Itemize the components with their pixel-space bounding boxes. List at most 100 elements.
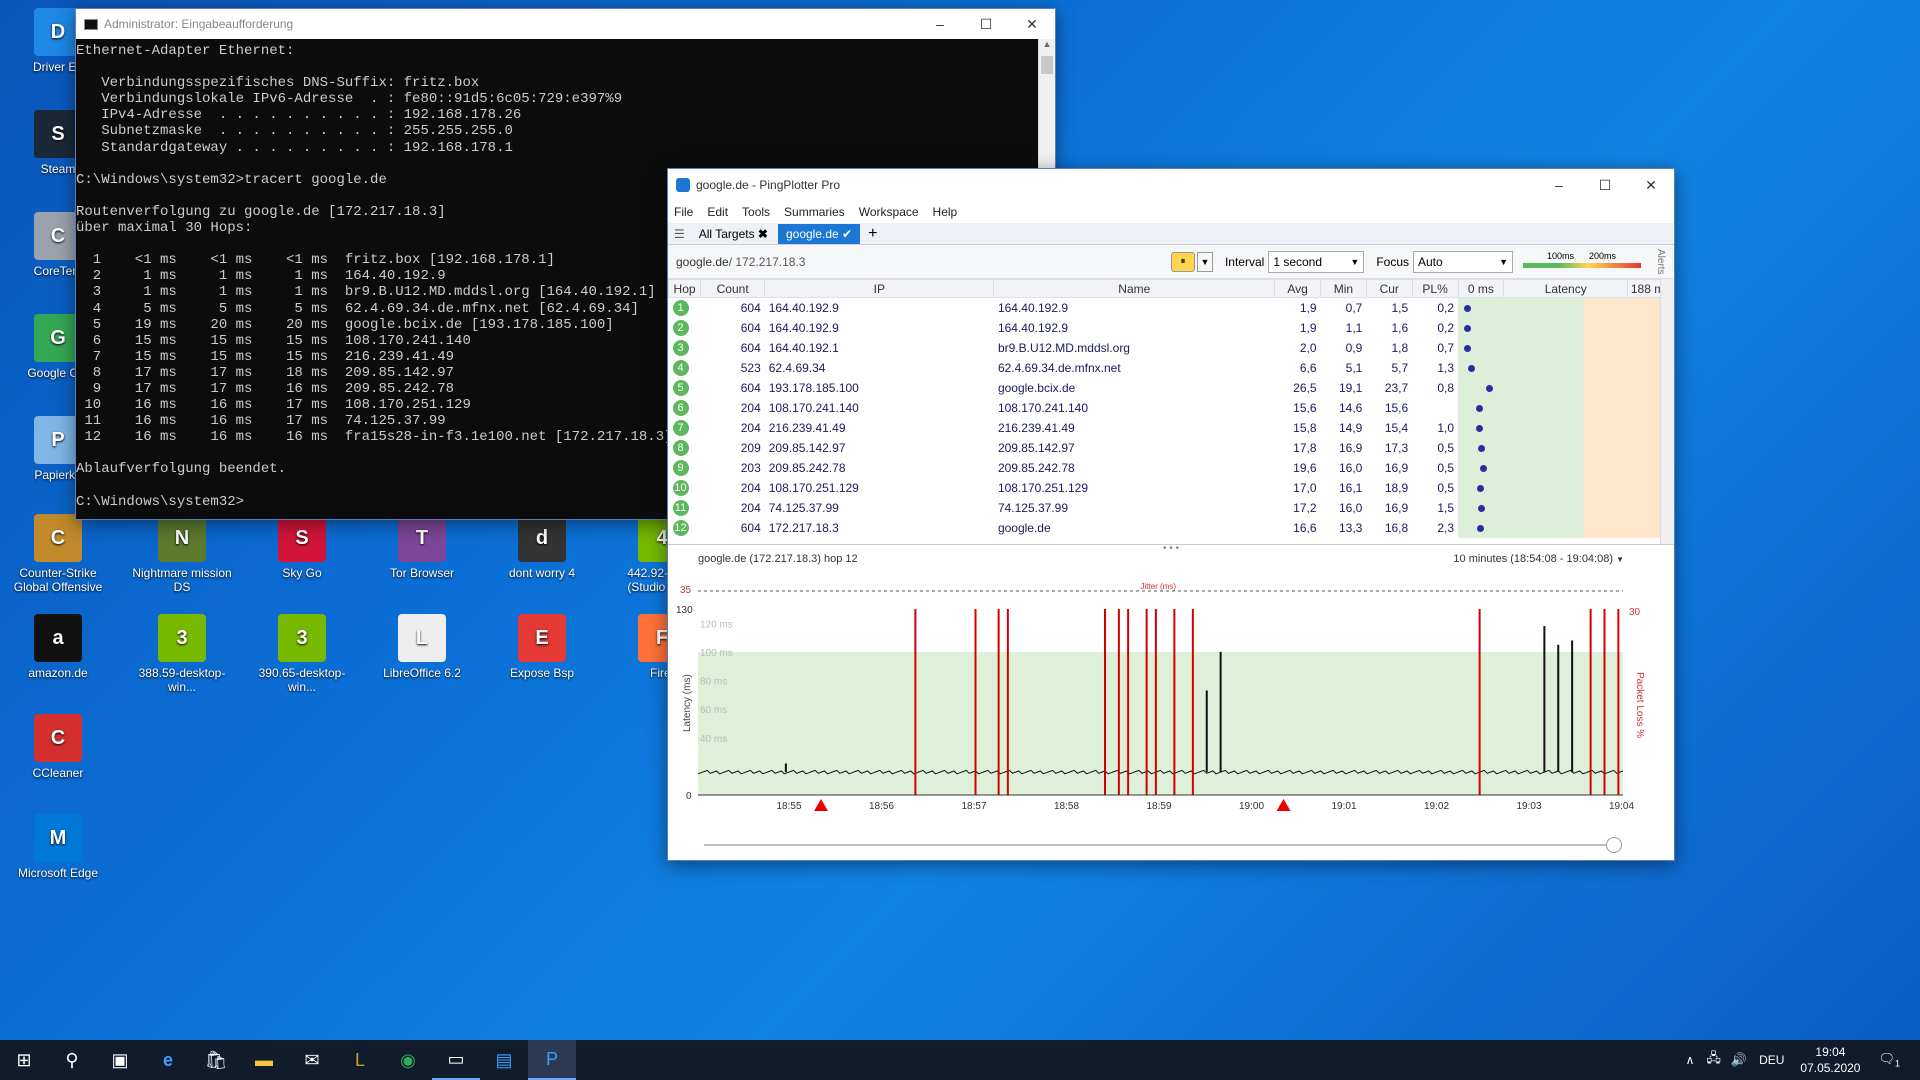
desktop-icon[interactable]: L LibreOffice 6.2 — [372, 614, 472, 680]
column-header[interactable]: Cur — [1365, 279, 1413, 298]
table-row[interactable]: 12 604 172.217.18.3 google.de 16,6 13,3 16,8 2,… — [669, 517, 1674, 538]
interval-select[interactable]: 1 second ▼ — [1268, 250, 1365, 273]
desktop-icon[interactable]: N Nightmare mission DS — [132, 514, 232, 594]
alerts-tab[interactable]: Alerts — [1655, 249, 1666, 275]
close-icon[interactable]: ✕ — [1628, 170, 1674, 200]
scroll-up-icon[interactable]: ▲ — [1039, 39, 1055, 56]
timeline-slider[interactable] — [704, 837, 1622, 853]
minimize-icon[interactable]: – — [1536, 170, 1582, 200]
chevron-down-icon[interactable]: ▼ — [1196, 251, 1213, 272]
language-indicator[interactable]: DEU — [1759, 1053, 1784, 1067]
hop-number: 11 — [672, 499, 689, 516]
table-row[interactable]: 9 203 209.85.242.78 209.85.242.78 19,6 16,0 16… — [669, 457, 1674, 478]
table-row[interactable]: 10 204 108.170.251.129 108.170.251.129 17,0 1… — [669, 477, 1674, 498]
column-header[interactable]: Min — [1320, 279, 1367, 298]
desktop-icon[interactable]: E Expose Bsp — [492, 614, 592, 680]
desktop-icon[interactable]: 3 390.65-desktop-win... — [252, 614, 352, 694]
cmd-icon[interactable]: ▭ — [432, 1040, 480, 1080]
cell: 604 — [740, 380, 761, 395]
latency-chart[interactable]: Jitter (ms) 35 120 ms 100 ms 80 ms 60 ms 40 ms… — [668, 569, 1676, 819]
store-icon[interactable]: 🛍 — [192, 1040, 240, 1080]
desktop-icon[interactable]: T Tor Browser — [372, 514, 472, 580]
cell: 1,5 — [1391, 300, 1409, 315]
file-explorer-icon[interactable]: ▬ — [240, 1040, 288, 1080]
add-tab-button[interactable]: + — [868, 225, 877, 243]
table-row[interactable]: 11 204 74.125.37.99 74.125.37.99 17,2 16,0 16,… — [669, 497, 1674, 518]
desktop-icon[interactable]: S Sky Go — [252, 514, 352, 580]
latency-graph-cell — [1458, 497, 1674, 518]
close-tab-icon[interactable]: ✖ — [758, 227, 768, 241]
column-header[interactable]: Avg — [1274, 279, 1322, 298]
desktop-icon[interactable]: a amazon.de — [8, 614, 108, 680]
hop-table: Hop Count IP Name Avg Min Cur PL% 0 ms Latency 1 88… — [668, 279, 1674, 538]
column-header[interactable]: PL% — [1411, 279, 1459, 298]
task-view-icon[interactable]: ▣ — [96, 1040, 144, 1080]
table-row[interactable]: 2 604 164.40.192.9 164.40.192.9 1,9 1,1 1,6 0,2 — [669, 317, 1674, 338]
cell: 16,1 — [1338, 480, 1363, 495]
league-icon[interactable]: L — [336, 1040, 384, 1080]
cell: 604 — [740, 520, 761, 535]
tab-all-targets[interactable]: All Targets ✖ — [691, 224, 776, 244]
column-header[interactable]: Hop — [668, 279, 702, 298]
latency-marker — [1478, 444, 1486, 452]
pingplotter-window[interactable]: google.de - PingPlotter Pro – ☐ ✕ File Ed… — [667, 168, 1675, 861]
minimize-icon[interactable]: – — [917, 9, 963, 39]
table-row[interactable]: 4 523 62.4.69.34 62.4.69.34.de.mfnx.net 6,6 5… — [669, 357, 1674, 378]
chevron-up-icon[interactable]: ∧ — [1686, 1053, 1695, 1067]
table-row[interactable]: 5 604 193.178.185.100 google.bcix.de 26,5 19,… — [669, 377, 1674, 398]
table-row[interactable]: 3 604 164.40.192.1 br9.B.U12.MD.mddsl.org 2,… — [669, 337, 1674, 358]
menu-item[interactable]: Help — [933, 205, 958, 219]
search-icon[interactable]: ⚲ — [48, 1040, 96, 1080]
menu-item[interactable]: Edit — [707, 205, 728, 219]
column-header[interactable]: 0 ms — [1457, 279, 1505, 298]
desktop-icon[interactable]: 3 388.59-desktop-win... — [132, 614, 232, 694]
slider-thumb[interactable] — [1606, 837, 1622, 853]
time-range-select[interactable]: 10 minutes (18:54:08 - 19:04:08) ▼ — [1453, 553, 1624, 565]
menu-item[interactable]: Tools — [742, 205, 770, 219]
document-icon[interactable]: ▤ — [480, 1040, 528, 1080]
maximize-icon[interactable]: ☐ — [963, 9, 1009, 39]
table-row[interactable]: 1 604 164.40.192.9 164.40.192.9 1,9 0,7 1,5 0,2 — [669, 297, 1674, 318]
table-row[interactable]: 7 204 216.239.41.49 216.239.41.49 15,8 14,9 15… — [669, 417, 1674, 438]
mail-icon[interactable]: ✉ — [288, 1040, 336, 1080]
pp-titlebar[interactable]: google.de - PingPlotter Pro – ☐ ✕ — [668, 169, 1674, 201]
focus-select[interactable]: Auto ▼ — [1413, 250, 1513, 273]
table-row[interactable]: 6 204 108.170.241.140 108.170.241.140 15,6 14… — [669, 397, 1674, 418]
pingplotter-icon[interactable]: P — [528, 1040, 576, 1080]
start-button[interactable]: ⊞ — [0, 1040, 48, 1080]
cell: 108.170.241.140 — [768, 400, 859, 415]
column-header[interactable]: IP — [764, 279, 995, 298]
menu-item[interactable]: Summaries — [784, 205, 845, 219]
cell: 19,6 — [1293, 460, 1317, 475]
tab-google-de[interactable]: google.de ✔ — [777, 223, 861, 244]
cell: 1,3 — [1437, 360, 1454, 375]
column-header[interactable]: Latency — [1503, 279, 1629, 298]
cell: 17,2 — [1293, 500, 1317, 515]
network-icon[interactable]: 🖧 — [1706, 1049, 1721, 1071]
table-scrollbar[interactable] — [1660, 279, 1674, 544]
table-row[interactable]: 8 209 209.85.142.97 209.85.142.97 17,8 16,9 17… — [669, 437, 1674, 458]
desktop-icon[interactable]: C Counter-Strike Global Offensive — [8, 514, 108, 594]
notification-icon[interactable]: 🗨1 — [1878, 1051, 1900, 1069]
column-header[interactable]: Name — [993, 279, 1276, 298]
chrome-icon[interactable]: ◉ — [384, 1040, 432, 1080]
pause-button[interactable]: ⏸ — [1170, 251, 1195, 272]
splitter-dots[interactable]: • • • — [668, 544, 1674, 554]
x-tick-label: 19:00 — [1239, 801, 1264, 812]
clock[interactable]: 19:04 07.05.2020 — [1800, 1044, 1860, 1076]
cmd-titlebar[interactable]: Administrator: Eingabeaufforderung – ☐ ✕ — [76, 9, 1055, 39]
menu-item[interactable]: File — [674, 205, 693, 219]
edge-icon[interactable]: e — [144, 1040, 192, 1080]
hop-cell: 6 — [669, 398, 701, 418]
volume-icon[interactable]: 🔊 — [1731, 1052, 1747, 1068]
column-header[interactable]: Count — [700, 279, 766, 298]
y-tick-label: 80 ms — [700, 677, 727, 688]
desktop-icon[interactable]: d dont worry 4 — [492, 514, 592, 580]
cell: 15,8 — [1293, 420, 1317, 435]
desktop-icon[interactable]: M Microsoft Edge — [8, 814, 108, 880]
menu-item[interactable]: Workspace — [859, 205, 919, 219]
maximize-icon[interactable]: ☐ — [1582, 170, 1628, 200]
desktop-icon[interactable]: C CCleaner — [8, 714, 108, 780]
scroll-thumb[interactable] — [1041, 56, 1053, 74]
close-icon[interactable]: ✕ — [1009, 9, 1055, 39]
